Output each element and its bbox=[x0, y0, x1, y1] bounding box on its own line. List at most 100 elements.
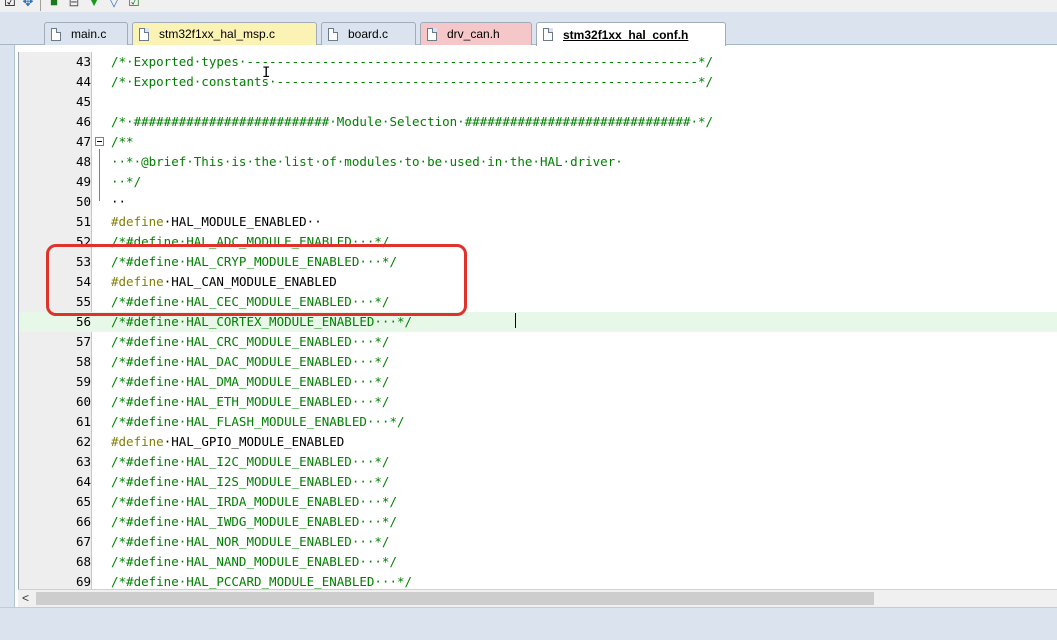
comment-text: /*#define·HAL_FLASH_MODULE_ENABLED···*/ bbox=[111, 414, 405, 429]
fold-toggle-icon[interactable] bbox=[95, 137, 104, 146]
code-line[interactable]: 50 ·· bbox=[19, 192, 1057, 212]
comment-text: ··*·@brief·This·is·the·list·of·modules·t… bbox=[111, 154, 623, 169]
code-editor[interactable]: 43 /*·Exported·types·--------------------… bbox=[18, 52, 1057, 589]
code-line[interactable]: 52 /*#define·HAL_ADC_MODULE_ENABLED···*/ bbox=[19, 232, 1057, 252]
comment-text: /*#define·HAL_PCCARD_MODULE_ENABLED···*/ bbox=[111, 574, 413, 589]
code-line[interactable]: 47 /** bbox=[19, 132, 1057, 152]
file-icon bbox=[427, 27, 437, 41]
line-code: /*·##########################·Module·Sel… bbox=[111, 112, 713, 132]
code-line[interactable]: 48 ··*·@brief·This·is·the·list·of·modules… bbox=[19, 152, 1057, 172]
tab-label: stm32f1xx_hal_conf.h bbox=[563, 27, 689, 42]
line-code: /*#define·HAL_NOR_MODULE_ENABLED···*/ bbox=[111, 532, 389, 552]
code-line[interactable]: 69 /*#define·HAL_PCCARD_MODULE_ENABLED···… bbox=[19, 572, 1057, 589]
code-line[interactable]: 55 /*#define·HAL_CEC_MODULE_ENABLED···*/ bbox=[19, 292, 1057, 312]
code-text: ·· bbox=[111, 194, 127, 209]
code-line[interactable]: 46 /*·##########################·Module·S… bbox=[19, 112, 1057, 132]
code-line[interactable]: 65 /*#define·HAL_IRDA_MODULE_ENABLED···*/ bbox=[19, 492, 1057, 512]
macro-identifier: ·HAL_GPIO_MODULE_ENABLED bbox=[163, 434, 345, 449]
filter-icon[interactable]: ▽ bbox=[106, 0, 122, 10]
line-number-text: 48 bbox=[75, 154, 91, 169]
line-number-text: 52 bbox=[75, 234, 91, 249]
line-code: /*#define·HAL_CEC_MODULE_ENABLED···*/ bbox=[111, 292, 389, 312]
line-number: 44 bbox=[19, 72, 91, 92]
code-line[interactable]: 53 /*#define·HAL_CRYP_MODULE_ENABLED···*/ bbox=[19, 252, 1057, 272]
line-number-text: 60 bbox=[75, 394, 91, 409]
line-code: #define·HAL_MODULE_ENABLED·· bbox=[111, 212, 322, 232]
line-number: 51 bbox=[19, 212, 91, 232]
line-code: /*#define·HAL_CRC_MODULE_ENABLED···*/ bbox=[111, 332, 389, 352]
code-line[interactable]: 59 /*#define·HAL_DMA_MODULE_ENABLED···*/ bbox=[19, 372, 1057, 392]
code-line[interactable]: 61 /*#define·HAL_FLASH_MODULE_ENABLED···*… bbox=[19, 412, 1057, 432]
line-number: 43 bbox=[19, 52, 91, 72]
code-line[interactable]: 58 /*#define·HAL_DAC_MODULE_ENABLED···*/ bbox=[19, 352, 1057, 372]
line-number-text: 56 bbox=[75, 314, 91, 329]
comment-text: /*#define·HAL_CEC_MODULE_ENABLED···*/ bbox=[111, 294, 390, 309]
line-number-text: 64 bbox=[75, 474, 91, 489]
code-line[interactable]: 54 #define·HAL_CAN_MODULE_ENABLED bbox=[19, 272, 1057, 292]
comment-text: /*#define·HAL_IWDG_MODULE_ENABLED···*/ bbox=[111, 514, 397, 529]
line-number: 52 bbox=[19, 232, 91, 252]
line-code: /*·Exported·types·----------------------… bbox=[111, 52, 713, 72]
tab-stm32f1xx-hal-msp-c[interactable]: stm32f1xx_hal_msp.c bbox=[132, 22, 317, 45]
down-arrow-icon[interactable]: ▼ bbox=[86, 0, 102, 10]
ibeam-cursor-icon: I bbox=[262, 65, 271, 81]
line-number-text: 44 bbox=[75, 74, 91, 89]
horizontal-scrollbar[interactable]: < bbox=[18, 589, 1057, 608]
line-number-text: 67 bbox=[75, 534, 91, 549]
code-line[interactable]: 49 ··*/ bbox=[19, 172, 1057, 192]
file-icon bbox=[139, 27, 149, 41]
code-line[interactable]: 63 /*#define·HAL_I2C_MODULE_ENABLED···*/ bbox=[19, 452, 1057, 472]
scrollbar-thumb[interactable] bbox=[36, 592, 874, 605]
checkbox-icon[interactable]: ☑ bbox=[2, 0, 18, 10]
line-code: /*#define·HAL_ADC_MODULE_ENABLED···*/ bbox=[111, 232, 389, 252]
line-number: 63 bbox=[19, 452, 91, 472]
line-number: 69 bbox=[19, 572, 91, 589]
line-number: 54 bbox=[19, 272, 91, 292]
code-line[interactable]: 67 /*#define·HAL_NOR_MODULE_ENABLED···*/ bbox=[19, 532, 1057, 552]
scroll-left-icon[interactable]: < bbox=[22, 591, 29, 605]
tab-drv-can-h[interactable]: drv_can.h bbox=[420, 22, 532, 45]
check-icon[interactable]: ☑ bbox=[126, 0, 142, 10]
toolbar-separator bbox=[40, 0, 41, 11]
line-number: 48 bbox=[19, 152, 91, 172]
file-icon bbox=[543, 28, 553, 41]
line-number-text: 55 bbox=[75, 294, 91, 309]
line-code: /*#define·HAL_I2C_MODULE_ENABLED···*/ bbox=[111, 452, 389, 472]
line-code: #define·HAL_GPIO_MODULE_ENABLED bbox=[111, 432, 344, 452]
code-line[interactable]: 66 /*#define·HAL_IWDG_MODULE_ENABLED···*/ bbox=[19, 512, 1057, 532]
comment-text: /*#define·HAL_NAND_MODULE_ENABLED···*/ bbox=[111, 554, 397, 569]
line-code: /*#define·HAL_I2S_MODULE_ENABLED···*/ bbox=[111, 472, 389, 492]
code-line[interactable]: 43 /*·Exported·types·--------------------… bbox=[19, 52, 1057, 72]
line-number: 49 bbox=[19, 172, 91, 192]
line-number-text: 63 bbox=[75, 454, 91, 469]
line-code: /*#define·HAL_CORTEX_MODULE_ENABLED···*/ bbox=[111, 312, 412, 332]
comment-text: /*#define·HAL_CRYP_MODULE_ENABLED···*/ bbox=[111, 254, 397, 269]
line-code: ··*·@brief·This·is·the·list·of·modules·t… bbox=[111, 152, 623, 172]
tab-main-c[interactable]: main.c bbox=[44, 22, 128, 45]
code-line[interactable]: 68 /*#define·HAL_NAND_MODULE_ENABLED···*/ bbox=[19, 552, 1057, 572]
line-number: 50 bbox=[19, 192, 91, 212]
line-code: ·· bbox=[111, 192, 126, 212]
cursor-icon[interactable]: ✥ bbox=[20, 0, 36, 10]
bookmark-icon[interactable]: ■ bbox=[46, 0, 62, 10]
line-number-text: 43 bbox=[75, 54, 91, 69]
code-line[interactable]: 60 /*#define·HAL_ETH_MODULE_ENABLED···*/ bbox=[19, 392, 1057, 412]
comment-text: /*#define·HAL_CRC_MODULE_ENABLED···*/ bbox=[111, 334, 390, 349]
tab-board-c[interactable]: board.c bbox=[321, 22, 416, 45]
code-line[interactable]: 56 /*#define·HAL_CORTEX_MODULE_ENABLED···… bbox=[19, 312, 1057, 332]
split-icon[interactable]: ⊟ bbox=[66, 0, 82, 10]
line-number-text: 65 bbox=[75, 494, 91, 509]
tab-stm32f1xx-hal-conf-h[interactable]: stm32f1xx_hal_conf.h bbox=[536, 22, 726, 46]
code-line[interactable]: 64 /*#define·HAL_I2S_MODULE_ENABLED···*/ bbox=[19, 472, 1057, 492]
code-line[interactable]: 57 /*#define·HAL_CRC_MODULE_ENABLED···*/ bbox=[19, 332, 1057, 352]
tab-strip: main.c stm32f1xx_hal_msp.c board.c drv_c… bbox=[0, 12, 1057, 46]
code-line[interactable]: 62 #define·HAL_GPIO_MODULE_ENABLED bbox=[19, 432, 1057, 452]
preprocessor-keyword: #define bbox=[111, 434, 164, 449]
tab-label: drv_can.h bbox=[447, 27, 500, 41]
line-number-text: 53 bbox=[75, 254, 91, 269]
code-line[interactable]: 44 /*·Exported·constants·----------------… bbox=[19, 72, 1057, 92]
line-number-text: 58 bbox=[75, 354, 91, 369]
code-line[interactable]: 45 bbox=[19, 92, 1057, 112]
text-caret bbox=[515, 313, 516, 328]
code-line[interactable]: 51 #define·HAL_MODULE_ENABLED·· bbox=[19, 212, 1057, 232]
